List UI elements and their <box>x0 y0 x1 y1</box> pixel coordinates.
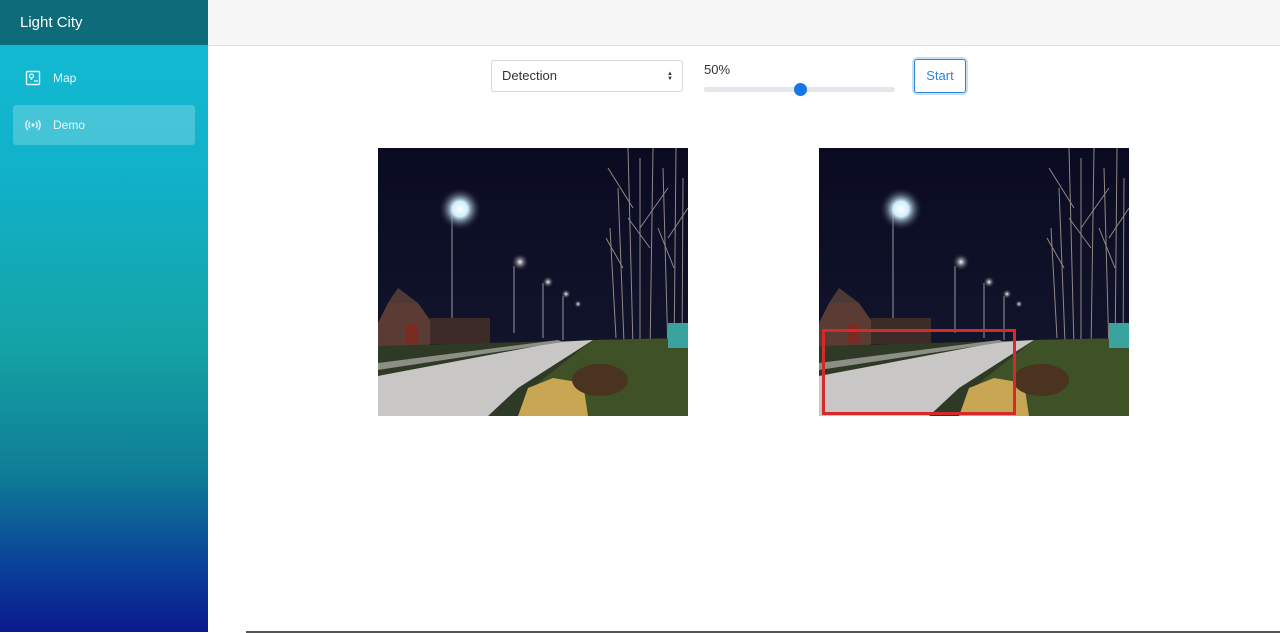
detection-bounding-box <box>822 329 1016 415</box>
original-photo <box>378 148 688 416</box>
sidebar-item-label: Demo <box>53 118 86 132</box>
mode-select-value: Detection <box>502 68 557 83</box>
sidebar-item-demo[interactable]: Demo <box>13 105 195 145</box>
start-button[interactable]: Start <box>914 59 966 93</box>
controls-bar: Detection ▲ ▼ 50% Start <box>0 0 1280 110</box>
mode-select[interactable]: Detection ▲ ▼ <box>491 60 683 92</box>
threshold-slider-thumb[interactable] <box>793 83 807 96</box>
threshold-slider[interactable] <box>704 83 895 96</box>
chevron-updown-icon: ▲ ▼ <box>667 71 673 82</box>
threshold-slider-fill <box>704 87 800 92</box>
threshold-value: 50% <box>704 62 731 77</box>
street-night-image <box>378 148 688 416</box>
broadcast-icon <box>25 117 41 133</box>
app: Light City Map Demo Detection ▲ ▼ 50% St… <box>0 0 1280 633</box>
detected-photo <box>819 148 1129 416</box>
